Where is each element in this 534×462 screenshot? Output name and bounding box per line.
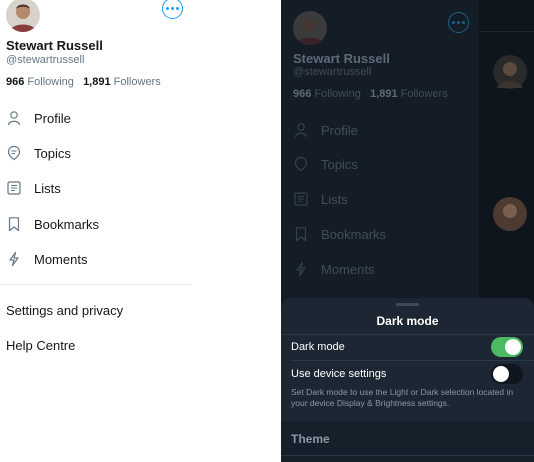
dark-mode-label: Dark mode: [291, 341, 345, 353]
menu-item-label: Lists: [321, 191, 348, 207]
avatar[interactable]: [6, 0, 40, 32]
more-options-button[interactable]: [448, 12, 469, 33]
dark-side-menu: Stewart Russell @stewartrussell 966 Foll…: [281, 0, 534, 462]
light-side-menu: Stewart Russell @stewartrussell 966 Foll…: [0, 0, 281, 462]
followers-count[interactable]: 1,891: [370, 88, 398, 100]
dark-mode-toggle[interactable]: [491, 337, 523, 357]
topic-icon: [7, 145, 21, 161]
lightning-icon: [296, 261, 306, 277]
lightning-icon: [9, 251, 19, 267]
settings-and-privacy-link[interactable]: Settings and privacy: [6, 303, 123, 318]
menu-item-label: Topics: [34, 145, 71, 161]
menu-item-bookmarks[interactable]: Bookmarks: [293, 222, 386, 246]
dark-mode-sheet: Dark mode Dark mode Use device settings …: [281, 298, 534, 462]
help-centre-link[interactable]: Help Centre: [6, 338, 75, 353]
menu-item-label: Topics: [321, 156, 358, 172]
topic-icon: [294, 156, 308, 172]
follow-counts: 966 Following 1,891 Followers: [293, 88, 448, 100]
theme-section: Theme: [281, 421, 534, 462]
avatar[interactable]: [293, 11, 327, 45]
sheet-grabber[interactable]: [396, 303, 419, 306]
more-options-button[interactable]: [162, 0, 183, 19]
menu-item-topics[interactable]: Topics: [293, 152, 358, 176]
list-icon: [7, 181, 21, 195]
menu-item-profile[interactable]: Profile: [293, 118, 358, 142]
menu-item-moments[interactable]: Moments: [6, 247, 87, 271]
following-count[interactable]: 966: [293, 88, 311, 100]
following-count[interactable]: 966: [6, 76, 24, 88]
bookmark-icon: [8, 217, 20, 232]
menu-item-lists[interactable]: Lists: [6, 176, 61, 200]
bookmark-icon: [295, 227, 307, 242]
profile-name[interactable]: Stewart Russell: [6, 38, 103, 53]
followers-label[interactable]: Followers: [114, 76, 161, 88]
profile-handle: @stewartrussell: [6, 54, 85, 66]
person-icon: [7, 111, 21, 126]
theme-heading: Theme: [291, 432, 330, 446]
menu-item-label: Profile: [34, 110, 71, 126]
followers-label[interactable]: Followers: [401, 88, 448, 100]
timeline-avatar: [493, 197, 527, 231]
menu-item-topics[interactable]: Topics: [6, 141, 71, 165]
menu-item-label: Lists: [34, 180, 61, 196]
menu-item-label: Bookmarks: [34, 216, 100, 232]
profile-handle: @stewartrussell: [293, 66, 372, 78]
followers-count[interactable]: 1,891: [83, 76, 111, 88]
person-icon: [294, 123, 308, 138]
timeline-avatar: [493, 55, 527, 89]
theme-divider: [281, 455, 534, 456]
toggle-knob: [505, 339, 521, 355]
device-settings-label: Use device settings: [291, 368, 387, 380]
menu-item-label: Moments: [321, 261, 375, 277]
menu-item-label: Profile: [321, 122, 358, 138]
list-icon: [294, 192, 308, 206]
device-settings-toggle[interactable]: [491, 364, 523, 384]
menu-divider: [0, 284, 191, 285]
follow-counts: 966 Following 1,891 Followers: [6, 76, 161, 88]
menu-item-label: Moments: [34, 251, 88, 267]
dark-mode-help-text: Set Dark mode to use the Light or Dark s…: [291, 387, 514, 408]
menu-item-label: Bookmarks: [321, 226, 387, 242]
toggle-knob: [493, 366, 509, 382]
menu-item-moments[interactable]: Moments: [293, 257, 374, 281]
menu-item-profile[interactable]: Profile: [6, 106, 71, 130]
sheet-title: Dark mode: [376, 314, 439, 328]
profile-name[interactable]: Stewart Russell: [293, 51, 390, 66]
menu-item-lists[interactable]: Lists: [293, 187, 348, 211]
following-label[interactable]: Following: [27, 76, 73, 88]
sheet-divider: [281, 334, 534, 335]
timeline-divider: [479, 31, 534, 32]
menu-item-bookmarks[interactable]: Bookmarks: [6, 212, 99, 236]
row-divider: [291, 360, 534, 361]
following-label[interactable]: Following: [314, 88, 360, 100]
